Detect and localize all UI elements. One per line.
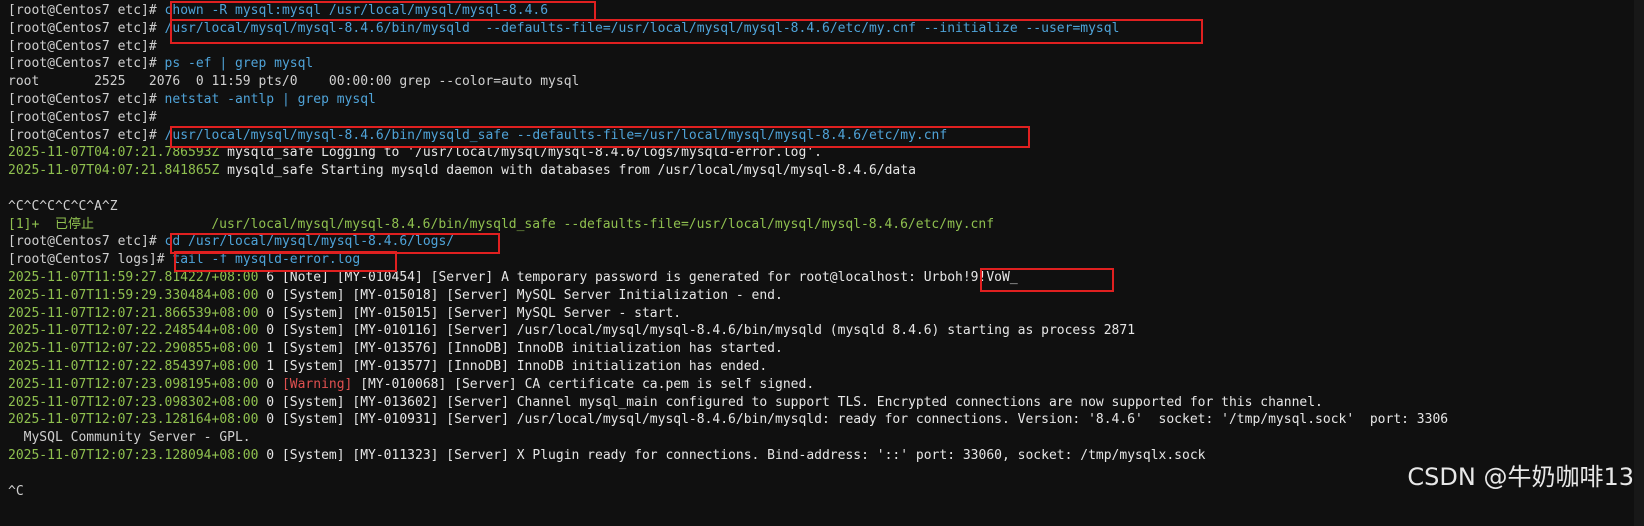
terminal-line: 2025-11-07T04:07:21.786593Z mysqld_safe … <box>8 144 822 161</box>
shell-prompt: [root@Centos7 etc]# <box>8 20 165 36</box>
terminal-line: [root@Centos7 etc]# <box>8 109 165 126</box>
terminal-line: 2025-11-07T12:07:23.128094+08:00 0 [Syst… <box>8 447 1205 464</box>
terminal-line: [root@Centos7 etc]# <box>8 38 165 55</box>
shell-command: /usr/local/mysql/mysql-8.4.6/bin/mysqld_… <box>164 127 948 143</box>
shell-prompt: [root@Centos7 etc]# <box>8 109 165 125</box>
shell-command: tail -f mysqld-error.log <box>172 252 361 268</box>
log-message: 1 [System] [MY-013577] [InnoDB] InnoDB i… <box>258 359 768 374</box>
log-message: mysqld_safe Logging to '/usr/local/mysql… <box>219 145 822 161</box>
shell-prompt: [root@Centos7 etc]# <box>8 38 165 54</box>
shell-command: ps -ef | grep mysql <box>164 56 314 72</box>
terminal-line: MySQL Community Server - GPL. <box>8 430 251 446</box>
terminal-line: 2025-11-07T12:07:22.854397+08:00 1 [Syst… <box>8 358 767 375</box>
terminal-line: 2025-11-07T12:07:22.248544+08:00 0 [Syst… <box>8 322 1135 339</box>
terminal-line: ^C <box>8 483 24 499</box>
log-message: 0 [System] [MY-010116] [Server] /usr/loc… <box>258 323 1136 339</box>
log-timestamp: 2025-11-07T12:07:22.290855+08:00 <box>8 341 259 357</box>
log-message: 6 [Note] [MY-010454] [Server] A temporar… <box>258 270 1018 285</box>
scrollbar[interactable] <box>1634 0 1644 526</box>
shell-prompt: [root@Centos7 logs]# <box>8 252 173 268</box>
log-message: 0 [Warning] [MY-010068] [Server] CA cert… <box>258 376 815 392</box>
terminal-line: [root@Centos7 etc]# cd /usr/local/mysql/… <box>8 233 454 250</box>
log-message: 0 [System] [MY-015018] [Server] MySQL Se… <box>258 287 783 303</box>
terminal-line: 2025-11-07T12:07:21.866539+08:00 0 [Syst… <box>8 305 681 322</box>
shell-prompt: [root@Centos7 etc]# <box>8 92 165 107</box>
log-timestamp: 2025-11-07T04:07:21.841865Z <box>8 163 220 179</box>
log-message: 1 [System] [MY-013576] [InnoDB] InnoDB i… <box>258 341 783 357</box>
log-timestamp: 2025-11-07T04:07:21.786593Z <box>8 145 220 161</box>
shell-command: chown -R mysql:mysql /usr/local/mysql/my… <box>164 3 549 18</box>
log-timestamp: 2025-11-07T12:07:22.248544+08:00 <box>8 323 259 339</box>
log-timestamp: 2025-11-07T11:59:29.330484+08:00 <box>8 287 259 303</box>
log-timestamp: 2025-11-07T11:59:27.814227+08:00 <box>8 270 259 285</box>
shell-prompt: [root@Centos7 etc]# <box>8 3 165 18</box>
shell-command: /usr/local/mysql/mysql-8.4.6/bin/mysqld … <box>164 20 1120 36</box>
log-message: mysqld_safe Starting mysqld daemon with … <box>219 163 916 179</box>
terminal-line: root 2525 2076 0 11:59 pts/0 00:00:00 gr… <box>8 74 580 90</box>
shell-prompt: [root@Centos7 etc]# <box>8 127 165 143</box>
shell-prompt: [root@Centos7 etc]# <box>8 56 165 72</box>
shell-command: netstat -antlp | grep mysql <box>164 92 376 107</box>
log-timestamp: 2025-11-07T12:07:23.128094+08:00 <box>8 448 259 463</box>
terminal-line: [root@Centos7 logs]# tail -f mysqld-erro… <box>8 251 360 268</box>
terminal-line: ^C^C^C^C^C^A^Z <box>8 198 118 214</box>
terminal-line: [root@Centos7 etc]# chown -R mysql:mysql… <box>8 2 548 19</box>
terminal-line: 2025-11-07T12:07:23.128164+08:00 0 [Syst… <box>8 411 1448 428</box>
terminal-line: [root@Centos7 etc]# /usr/local/mysql/mys… <box>8 127 947 144</box>
terminal-line: 2025-11-07T12:07:22.290855+08:00 1 [Syst… <box>8 340 783 357</box>
log-timestamp: 2025-11-07T12:07:23.098302+08:00 <box>8 394 259 410</box>
terminal-line: 2025-11-07T11:59:29.330484+08:00 0 [Syst… <box>8 287 783 304</box>
shell-command: cd /usr/local/mysql/mysql-8.4.6/logs/ <box>164 234 455 250</box>
log-timestamp: 2025-11-07T12:07:23.128164+08:00 <box>8 412 259 428</box>
terminal-line: 2025-11-07T12:07:23.098302+08:00 0 [Syst… <box>8 394 1323 411</box>
watermark: CSDN @牛奶咖啡13 <box>1407 463 1634 491</box>
log-message: 0 [System] [MY-010931] [Server] /usr/loc… <box>258 412 1449 428</box>
terminal-line: 2025-11-07T04:07:21.841865Z mysqld_safe … <box>8 162 916 179</box>
terminal-line: 2025-11-07T11:59:27.814227+08:00 6 [Note… <box>8 269 1018 286</box>
terminal-window[interactable]: [root@Centos7 etc]# chown -R mysql:mysql… <box>4 0 1644 526</box>
terminal-line: [1]+ 已停止 /usr/local/mysql/mysql-8.4.6/bi… <box>8 216 995 232</box>
log-message: 0 [System] [MY-013602] [Server] Channel … <box>258 394 1323 410</box>
terminal-line: 2025-11-07T12:07:23.098195+08:00 0 [Warn… <box>8 376 814 393</box>
shell-prompt: [root@Centos7 etc]# <box>8 234 165 250</box>
log-timestamp: 2025-11-07T12:07:23.098195+08:00 <box>8 376 259 392</box>
terminal-line: [root@Centos7 etc]# netstat -antlp | gre… <box>8 91 376 108</box>
terminal-line: [root@Centos7 etc]# /usr/local/mysql/mys… <box>8 20 1119 37</box>
log-timestamp: 2025-11-07T12:07:21.866539+08:00 <box>8 305 259 321</box>
terminal-line: [root@Centos7 etc]# ps -ef | grep mysql <box>8 55 313 72</box>
log-timestamp: 2025-11-07T12:07:22.854397+08:00 <box>8 359 259 374</box>
log-message: 0 [System] [MY-011323] [Server] X Plugin… <box>258 448 1206 463</box>
log-message: 0 [System] [MY-015015] [Server] MySQL Se… <box>258 305 682 321</box>
